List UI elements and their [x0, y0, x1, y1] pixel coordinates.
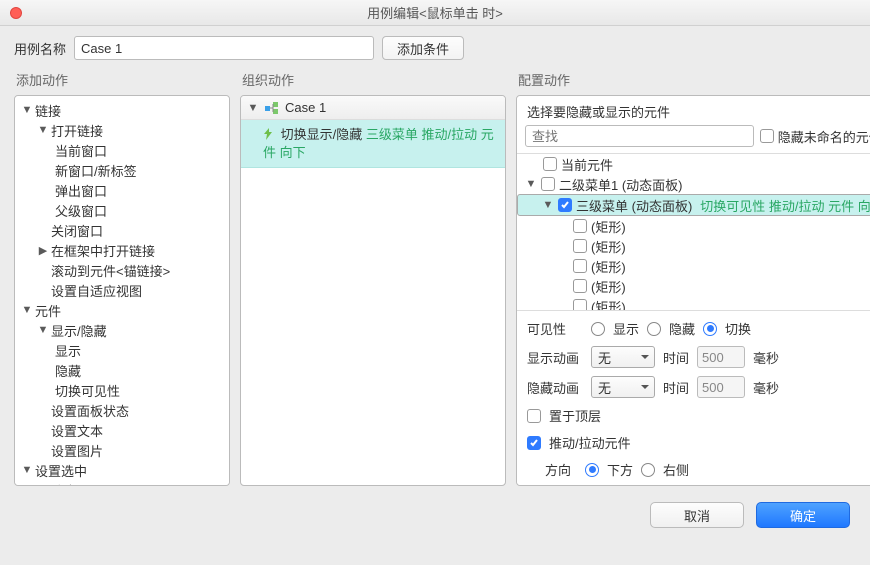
tree-item-rect[interactable]: (矩形)	[517, 276, 870, 296]
case-label: Case 1	[285, 100, 326, 115]
checkbox-checked-icon	[558, 198, 572, 212]
tree-node-open-link[interactable]: ▼打开链接	[15, 120, 229, 140]
search-input[interactable]	[525, 125, 754, 147]
organize-action-header: 组织动作	[240, 70, 506, 95]
organize-panel: ▼ Case 1 切换显示/隐藏 三级菜单 推动/拉动 元件 向下	[240, 95, 506, 486]
radio-below[interactable]	[585, 463, 599, 477]
disclosure-down-icon[interactable]: ▼	[525, 178, 537, 190]
tree-leaf[interactable]: ▼设置图片	[15, 440, 229, 460]
ok-button[interactable]: 确定	[756, 502, 850, 528]
disclosure-down-icon[interactable]: ▼	[21, 464, 33, 476]
bring-front-row[interactable]: 置于顶层	[527, 406, 870, 425]
disclosure-down-icon[interactable]: ▼	[247, 102, 259, 114]
radio-toggle[interactable]	[703, 322, 717, 336]
dialog-button-bar: 取消 确定	[0, 496, 870, 528]
hide-anim-row: 隐藏动画 无 时间 毫秒	[527, 376, 870, 398]
disclosure-down-icon[interactable]: ▼	[37, 324, 49, 336]
hide-unnamed-checkbox[interactable]: 隐藏未命名的元件	[760, 127, 870, 146]
disclosure-down-icon[interactable]: ▼	[37, 124, 49, 136]
action-verb: 切换显示/隐藏	[281, 127, 363, 142]
hide-anim-select[interactable]: 无	[591, 376, 655, 398]
disclosure-down-icon[interactable]: ▼	[21, 304, 33, 316]
config-title: 选择要隐藏或显示的元件	[517, 96, 870, 125]
configure-action-header: 配置动作	[516, 70, 870, 95]
hide-time-input	[697, 376, 745, 398]
window-title: 用例编辑<鼠标单击 时>	[367, 3, 503, 22]
push-enable-row[interactable]: 推动/拉动元件	[527, 433, 870, 452]
tree-leaf[interactable]: 新窗口/新标签	[15, 160, 229, 180]
add-action-header: 添加动作	[14, 70, 230, 95]
action-tree: ▼链接 ▼打开链接 当前窗口 新窗口/新标签 弹出窗口 父级窗口 ▼关闭窗口 ▶…	[15, 96, 229, 486]
configure-panel: 选择要隐藏或显示的元件 隐藏未命名的元件 当前元件 ▼二级菜单1 (动态面板) …	[516, 95, 870, 486]
close-icon[interactable]	[10, 7, 22, 19]
checkbox-checked-icon	[527, 436, 541, 450]
tree-node-select[interactable]: ▼设置选中	[15, 460, 229, 480]
tree-leaf[interactable]: 当前窗口	[15, 140, 229, 160]
tree-item-rect[interactable]: (矩形)	[517, 296, 870, 311]
tree-item-rect[interactable]: (矩形)	[517, 256, 870, 276]
push-dir-row: 方向 下方 右侧	[527, 460, 870, 479]
disclosure-right-icon[interactable]: ▶	[37, 244, 49, 257]
tree-node-widgets[interactable]: ▼元件	[15, 300, 229, 320]
tree-leaf[interactable]: 弹出窗口	[15, 180, 229, 200]
show-anim-select[interactable]: 无	[591, 346, 655, 368]
show-time-input	[697, 346, 745, 368]
show-anim-row: 显示动画 无 时间 毫秒	[527, 346, 870, 368]
tree-node-links[interactable]: ▼链接	[15, 100, 229, 120]
tree-leaf[interactable]: 父级窗口	[15, 200, 229, 220]
checkbox-icon	[527, 409, 541, 423]
tree-item-rect[interactable]: (矩形)	[517, 216, 870, 236]
tree-item-l3[interactable]: ▼三级菜单 (动态面板)切换可见性 推动/拉动 元件 向	[517, 194, 870, 216]
case-name-row: 用例名称 添加条件	[0, 26, 870, 70]
tree-leaf[interactable]: ▼设置面板状态	[15, 400, 229, 420]
tree-node-in-frame[interactable]: ▶在框架中打开链接	[15, 240, 229, 260]
tree-leaf[interactable]: ▼设置文本	[15, 420, 229, 440]
case-icon	[265, 102, 279, 114]
add-action-panel: ▼链接 ▼打开链接 当前窗口 新窗口/新标签 弹出窗口 父级窗口 ▼关闭窗口 ▶…	[14, 95, 230, 486]
widget-tree: 当前元件 ▼二级菜单1 (动态面板) ▼三级菜单 (动态面板)切换可见性 推动/…	[517, 153, 870, 311]
case-header[interactable]: ▼ Case 1	[241, 96, 505, 120]
window-titlebar: 用例编辑<鼠标单击 时>	[0, 0, 870, 26]
tree-item-current[interactable]: 当前元件	[517, 154, 870, 174]
radio-show[interactable]	[591, 322, 605, 336]
tree-leaf[interactable]: ▼关闭窗口	[15, 220, 229, 240]
tree-item-rect[interactable]: (矩形)	[517, 236, 870, 256]
disclosure-down-icon[interactable]: ▼	[542, 199, 554, 211]
tree-leaf[interactable]: 切换可见性	[15, 380, 229, 400]
tree-item-l2[interactable]: ▼二级菜单1 (动态面板)	[517, 174, 870, 194]
cancel-button[interactable]: 取消	[650, 502, 744, 528]
tree-leaf[interactable]: 隐藏	[15, 360, 229, 380]
radio-hide[interactable]	[647, 322, 661, 336]
lightning-icon	[263, 128, 273, 140]
radio-right[interactable]	[641, 463, 655, 477]
visibility-row: 可见性 显示 隐藏 切换	[527, 319, 870, 338]
add-condition-button[interactable]: 添加条件	[382, 36, 464, 60]
tree-leaf[interactable]: ▼设置自适应视图	[15, 280, 229, 300]
disclosure-down-icon[interactable]: ▼	[21, 104, 33, 116]
tree-leaf[interactable]: ▼滚动到元件<锚链接>	[15, 260, 229, 280]
tree-leaf[interactable]: ▼选中	[15, 480, 229, 486]
case-name-label: 用例名称	[14, 39, 66, 58]
action-row[interactable]: 切换显示/隐藏 三级菜单 推动/拉动 元件 向下	[241, 120, 505, 168]
case-name-input[interactable]	[74, 36, 374, 60]
tree-leaf[interactable]: 显示	[15, 340, 229, 360]
checkbox-icon	[760, 129, 774, 143]
tree-node-show-hide[interactable]: ▼显示/隐藏	[15, 320, 229, 340]
